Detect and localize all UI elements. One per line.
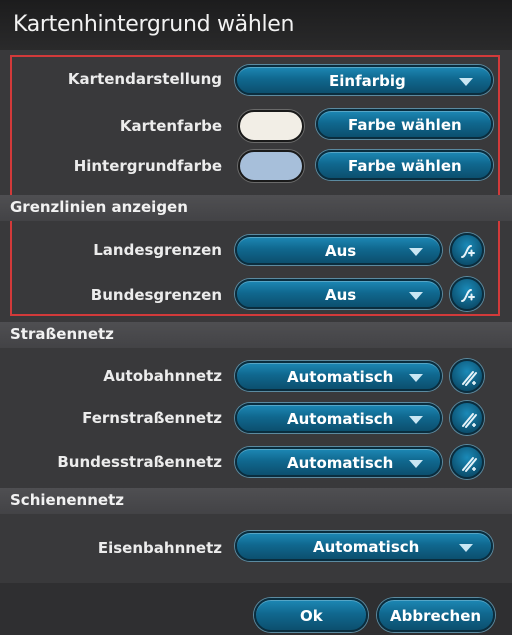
section-borders: Grenzlinien anzeigen xyxy=(0,195,512,221)
chevron-down-icon xyxy=(409,292,423,300)
country-borders-dropdown[interactable]: Aus xyxy=(235,235,442,265)
federal-road-dropdown[interactable]: Automatisch xyxy=(235,447,442,477)
chevron-down-icon xyxy=(459,78,473,86)
country-borders-style-button[interactable] xyxy=(450,233,484,267)
section-rail: Schienennetz xyxy=(0,488,512,514)
line-style-icon xyxy=(461,289,475,302)
section-roads: Straßennetz xyxy=(0,322,512,348)
federal-road-value: Automatisch xyxy=(287,454,394,472)
country-borders-value: Aus xyxy=(325,242,357,260)
card-color-label: Kartenfarbe xyxy=(119,117,222,135)
highway-value: Automatisch xyxy=(287,410,394,428)
line-style-icon xyxy=(462,413,477,428)
highway-label: Fernstraßennetz xyxy=(82,409,222,427)
state-borders-value: Aus xyxy=(325,286,357,304)
chevron-down-icon xyxy=(409,374,423,382)
cancel-button[interactable]: Abbrechen xyxy=(377,598,495,632)
motorway-style-button[interactable] xyxy=(450,359,484,393)
federal-road-style-button[interactable] xyxy=(450,445,484,479)
state-borders-dropdown[interactable]: Aus xyxy=(235,279,442,309)
motorway-value: Automatisch xyxy=(287,368,394,386)
country-borders-label: Landesgrenzen xyxy=(93,241,222,259)
chevron-down-icon xyxy=(409,416,423,424)
chevron-down-icon xyxy=(459,544,473,552)
railway-value: Automatisch xyxy=(313,538,420,556)
highway-dropdown[interactable]: Automatisch xyxy=(235,403,442,433)
card-color-swatch[interactable] xyxy=(238,110,304,142)
chevron-down-icon xyxy=(409,248,423,256)
state-borders-style-button[interactable] xyxy=(450,277,484,311)
state-borders-label: Bundesgrenzen xyxy=(90,286,222,304)
ok-button[interactable]: Ok xyxy=(254,598,368,632)
federal-road-label: Bundesstraßennetz xyxy=(57,453,222,471)
highway-style-button[interactable] xyxy=(450,401,484,435)
motorway-label: Autobahnnetz xyxy=(103,367,222,385)
background-color-label: Hintergrundfarbe xyxy=(73,157,222,175)
line-style-icon xyxy=(462,457,477,472)
chevron-down-icon xyxy=(409,460,423,468)
line-style-icon xyxy=(461,245,475,258)
railway-label: Eisenbahnnetz xyxy=(97,539,222,557)
background-color-swatch[interactable] xyxy=(238,150,304,182)
line-style-icon xyxy=(462,371,477,386)
card-color-choose-button[interactable]: Farbe wählen xyxy=(316,109,493,139)
map-display-value: Einfarbig xyxy=(329,72,406,90)
map-display-dropdown[interactable]: Einfarbig xyxy=(235,65,493,95)
dialog-title: Kartenhintergrund wählen xyxy=(13,12,295,37)
map-display-label: Kartendarstellung xyxy=(67,70,222,88)
motorway-dropdown[interactable]: Automatisch xyxy=(235,361,442,391)
railway-dropdown[interactable]: Automatisch xyxy=(235,531,493,561)
title-bar: Kartenhintergrund wählen xyxy=(0,0,512,50)
background-color-choose-button[interactable]: Farbe wählen xyxy=(316,150,493,180)
map-background-dialog: Kartenhintergrund wählen Kartendarstellu… xyxy=(0,0,512,635)
